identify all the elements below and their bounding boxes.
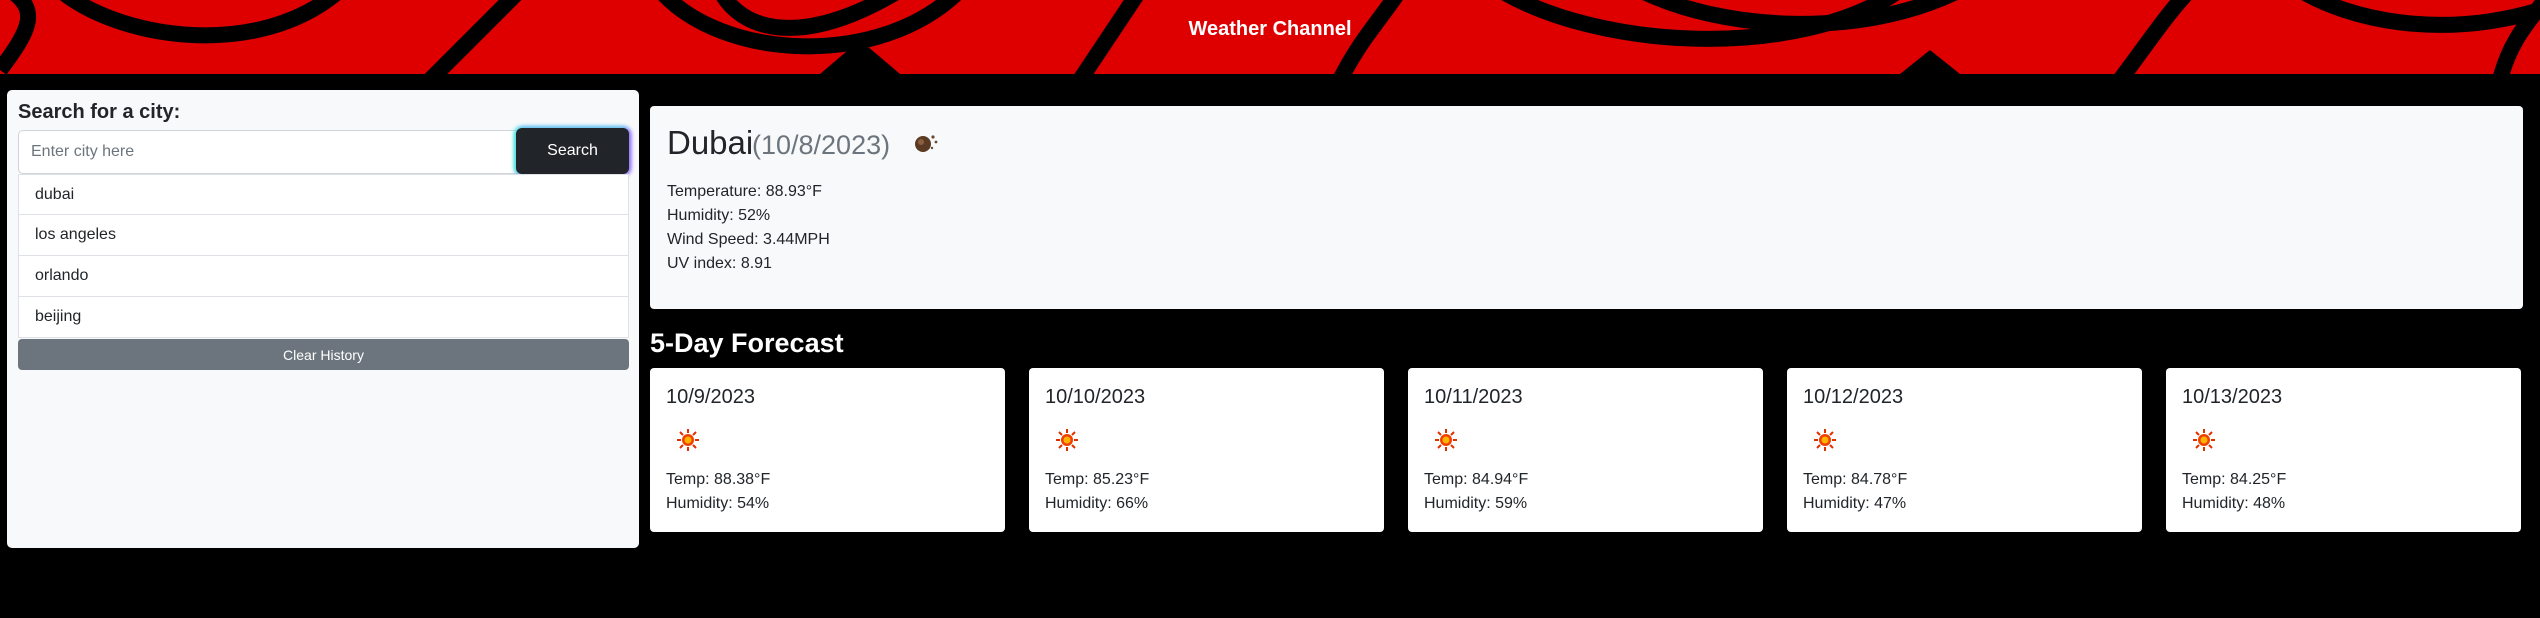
sun-icon <box>1435 429 1457 451</box>
sun-icon <box>1056 429 1078 451</box>
forecast-temp: Temp: 84.78°F <box>1803 471 1908 488</box>
current-uv-index: UV index: 8.91 <box>667 255 772 272</box>
forecast-date: 10/11/2023 <box>1424 386 1523 408</box>
current-date: (10/8/2023) <box>752 130 891 160</box>
search-history-list: dubai los angeles orlando beijing <box>18 174 629 338</box>
forecast-date: 10/12/2023 <box>1803 386 1904 408</box>
forecast-card: 10/10/2023 Temp: 85.23°F Humidity: 66% <box>1029 368 1384 532</box>
forecast-humidity: Humidity: 54% <box>666 495 770 512</box>
history-item-orlando[interactable]: orlando <box>18 256 629 297</box>
history-item-dubai[interactable]: dubai <box>18 174 629 215</box>
forecast-date: 10/10/2023 <box>1045 386 1146 408</box>
forecast-temp: Temp: 84.94°F <box>1424 471 1529 488</box>
forecast-date: 10/9/2023 <box>666 386 755 408</box>
forecast-temp: Temp: 85.23°F <box>1045 471 1150 488</box>
forecast-humidity: Humidity: 48% <box>2182 495 2286 512</box>
current-wind-speed: Wind Speed: 3.44MPH <box>667 231 830 248</box>
current-weather-card: Dubai (10/8/2023) Temperature: 88.93°F H… <box>650 106 2523 309</box>
clear-history-button[interactable]: Clear History <box>18 339 629 370</box>
current-temperature: Temperature: 88.93°F <box>667 183 822 200</box>
forecast-temp: Temp: 88.38°F <box>666 471 771 488</box>
forecast-temp: Temp: 84.25°F <box>2182 471 2287 488</box>
page-title: Weather Channel <box>1188 18 1352 40</box>
forecast-card: 10/12/2023 Temp: 84.78°F Humidity: 47% <box>1787 368 2142 532</box>
search-button[interactable]: Search <box>516 128 629 174</box>
search-panel: Search for a city: Search dubai los ange… <box>7 90 639 548</box>
forecast-humidity: Humidity: 66% <box>1045 495 1149 512</box>
forecast-heading: 5-Day Forecast <box>650 328 844 358</box>
sun-icon <box>1814 429 1836 451</box>
current-humidity: Humidity: 52% <box>667 207 771 224</box>
forecast-card: 10/9/2023 Temp: 88.38°F Humidity: 54% <box>650 368 1005 532</box>
current-city-name: Dubai <box>667 124 754 161</box>
sun-icon <box>2193 429 2215 451</box>
forecast-card: 10/13/2023 Temp: 84.25°F Humidity: 48% <box>2166 368 2521 532</box>
forecast-humidity: Humidity: 47% <box>1803 495 1907 512</box>
dust-haze-icon <box>915 135 938 152</box>
city-search-input[interactable] <box>18 130 518 174</box>
forecast-humidity: Humidity: 59% <box>1424 495 1528 512</box>
history-item-los-angeles[interactable]: los angeles <box>18 215 629 256</box>
sun-icon <box>677 429 699 451</box>
forecast-date: 10/13/2023 <box>2182 386 2283 408</box>
forecast-card: 10/11/2023 Temp: 84.94°F Humidity: 59% <box>1408 368 1763 532</box>
header-banner: Weather Channel <box>0 0 2540 74</box>
history-item-beijing[interactable]: beijing <box>18 297 629 338</box>
search-label: Search for a city: <box>18 101 181 123</box>
